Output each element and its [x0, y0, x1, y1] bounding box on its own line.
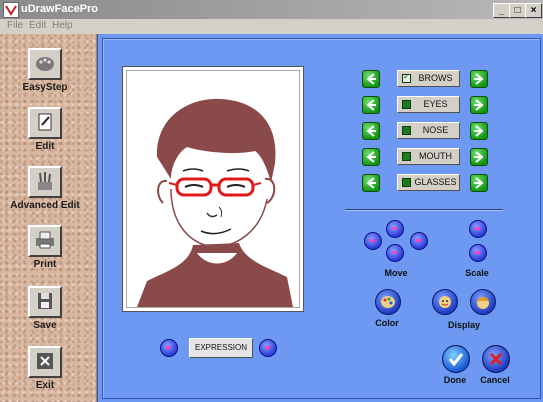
sidebar-label-exit: Exit: [35, 380, 55, 391]
cancel-button[interactable]: [482, 345, 510, 373]
scale-label: Scale: [465, 268, 489, 278]
move-down-button[interactable]: [386, 244, 404, 262]
glasses-next-arrow-icon[interactable]: [470, 174, 488, 192]
feature-mouth-label: MOUTH: [419, 151, 452, 161]
checkmark-icon: [448, 353, 464, 367]
display-head-button[interactable]: [470, 289, 496, 315]
expression-next-button[interactable]: [259, 339, 277, 357]
display-label: Display: [447, 320, 480, 330]
maximize-button[interactable]: □: [509, 3, 526, 18]
feature-eyes-label: EYES: [423, 99, 448, 109]
feature-eyes-button[interactable]: EYES: [397, 96, 460, 113]
expression-button[interactable]: EXPRESSION: [189, 338, 253, 358]
cancel-x-icon: [489, 352, 503, 366]
feature-glasses-button[interactable]: GLASSES: [397, 174, 460, 191]
eyes-checkbox[interactable]: [402, 100, 411, 109]
color-button[interactable]: [375, 289, 401, 315]
feature-nose-label: NOSE: [422, 125, 449, 135]
section-divider: [345, 209, 503, 211]
feature-mouth-button[interactable]: MOUTH: [397, 148, 460, 165]
edit-document-icon: [38, 113, 52, 131]
edit-button[interactable]: [28, 107, 62, 139]
menu-bar: File Edit Help: [0, 19, 543, 34]
title-bar: uDrawFacePro _ □ ×: [0, 0, 543, 19]
glasses-checkbox[interactable]: [402, 178, 411, 187]
brows-prev-arrow-icon[interactable]: [362, 70, 380, 88]
cancel-label: Cancel: [480, 375, 510, 385]
menu-edit[interactable]: Edit: [29, 20, 46, 31]
exit-button[interactable]: [28, 346, 62, 378]
brows-next-arrow-icon[interactable]: [470, 70, 488, 88]
printer-icon: [36, 231, 54, 249]
feature-brows-button[interactable]: BROWS: [397, 70, 460, 87]
window-title: uDrawFacePro: [21, 3, 99, 15]
exit-x-icon: [37, 353, 53, 369]
scale-down-button[interactable]: [469, 244, 487, 262]
menu-help[interactable]: Help: [52, 20, 73, 31]
feature-brows-label: BROWS: [418, 73, 453, 83]
advanced-edit-button[interactable]: [28, 166, 62, 198]
easystep-button[interactable]: [28, 48, 62, 80]
display-face-button[interactable]: [432, 289, 458, 315]
expression-prev-button[interactable]: [160, 339, 178, 357]
print-button[interactable]: [28, 225, 62, 257]
save-button[interactable]: [28, 286, 62, 318]
done-label: Done: [443, 375, 467, 385]
sidebar: EasyStep Edit Advanced Edit Print Save E…: [0, 34, 97, 402]
close-button[interactable]: ×: [525, 3, 542, 18]
main-panel: BROWS EYES NOSE MOUTH GLASSES: [97, 34, 543, 402]
brows-checkbox[interactable]: [402, 72, 411, 83]
face-icon: [439, 296, 451, 308]
sidebar-label-easystep: EasyStep: [22, 82, 68, 93]
move-label: Move: [384, 268, 408, 278]
feature-nose-button[interactable]: NOSE: [397, 122, 460, 139]
glasses-prev-arrow-icon[interactable]: [362, 174, 380, 192]
brush-tools-icon: [38, 172, 52, 190]
sidebar-label-advanced-edit: Advanced Edit: [10, 200, 80, 211]
canvas-border: [126, 70, 300, 308]
palette-icon: [36, 57, 54, 71]
eyes-next-arrow-icon[interactable]: [470, 96, 488, 114]
sidebar-label-save: Save: [33, 320, 57, 331]
app-icon: [3, 2, 19, 18]
nose-prev-arrow-icon[interactable]: [362, 122, 380, 140]
move-right-button[interactable]: [410, 232, 428, 250]
move-left-button[interactable]: [364, 232, 382, 250]
mouth-next-arrow-icon[interactable]: [470, 148, 488, 166]
face-canvas[interactable]: [122, 66, 304, 312]
move-up-button[interactable]: [386, 220, 404, 238]
feature-glasses-label: GLASSES: [414, 177, 457, 187]
scale-up-button[interactable]: [469, 220, 487, 238]
nose-next-arrow-icon[interactable]: [470, 122, 488, 140]
minimize-button[interactable]: _: [493, 3, 510, 18]
mouth-prev-arrow-icon[interactable]: [362, 148, 380, 166]
sidebar-label-print: Print: [33, 259, 57, 270]
head-icon: [477, 297, 489, 309]
color-palette-icon: [381, 296, 395, 308]
eyes-prev-arrow-icon[interactable]: [362, 96, 380, 114]
done-button[interactable]: [442, 345, 470, 373]
face-drawing: [137, 98, 293, 307]
sidebar-label-edit: Edit: [35, 141, 55, 152]
nose-checkbox[interactable]: [402, 126, 411, 135]
floppy-disk-icon: [38, 293, 52, 309]
menu-file[interactable]: File: [7, 20, 23, 31]
mouth-checkbox[interactable]: [402, 152, 411, 161]
color-label: Color: [375, 318, 399, 328]
